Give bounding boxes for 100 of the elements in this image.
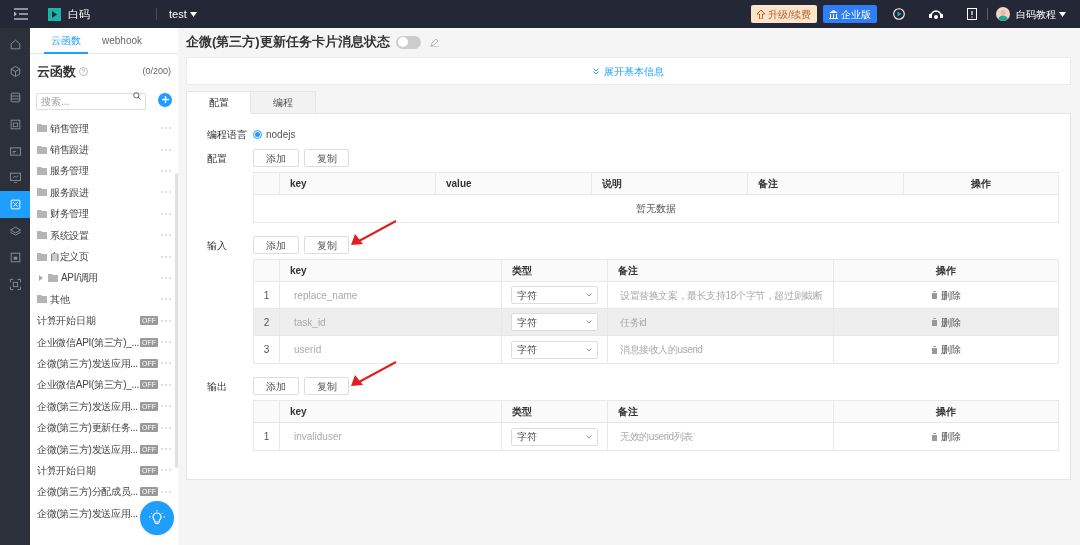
row-number: 2 (263, 315, 270, 330)
folder-icon (37, 188, 47, 197)
logo-icon (47, 6, 62, 22)
layers-icon (8, 224, 22, 238)
headset-icon[interactable] (929, 8, 943, 20)
folder-icon (37, 166, 47, 175)
page-tab[interactable]: 配置 (186, 91, 251, 114)
chevron-down-icon (586, 434, 592, 439)
column-header: 备注 (758, 177, 778, 191)
function-label: 企业微信API(第三方)_... (37, 378, 139, 393)
cube-icon (8, 64, 22, 78)
app-name: 白码 (68, 6, 90, 22)
type-select[interactable]: 字符 (511, 427, 598, 446)
help-icon (79, 67, 88, 77)
column-header: 备注 (618, 405, 638, 419)
type-select[interactable]: 字符 (511, 286, 598, 304)
edition-button[interactable]: 企业版 (823, 5, 877, 23)
copy-button[interactable]: 复制 (304, 149, 349, 167)
folder-label: 财务管理 (50, 207, 89, 222)
sidebar-item[interactable]: 销售管理 (36, 117, 171, 139)
function-icon (8, 197, 22, 211)
column-header: key (290, 177, 307, 191)
expand-caret-icon[interactable] (39, 274, 43, 281)
delete-button[interactable]: 删除 (931, 342, 961, 357)
delete-button[interactable]: 删除 (931, 314, 961, 330)
type-select[interactable]: 字符 (511, 340, 598, 359)
search-field[interactable]: 搜索... (36, 92, 146, 110)
radio-option[interactable]: nodejs (253, 127, 296, 142)
type-select[interactable]: 字符 (511, 313, 598, 331)
folder-label: 服务管理 (50, 164, 89, 179)
folder-label: 其他 (50, 292, 70, 307)
sidebar-item[interactable]: 服务管理 (36, 160, 171, 182)
sidebar-item[interactable]: API/调用 (36, 267, 171, 289)
function-label: 企微(第三方)发送应用... (37, 399, 138, 414)
column-header: 操作 (936, 264, 956, 278)
add-button[interactable]: 添加 (253, 377, 299, 395)
trash-icon (931, 345, 938, 354)
scan-icon (8, 278, 22, 292)
stack-icon (8, 91, 22, 105)
add-function-button[interactable] (158, 92, 172, 107)
help-book-icon[interactable] (967, 8, 977, 20)
radio-icon[interactable] (253, 130, 262, 139)
add-button[interactable]: 添加 (253, 149, 299, 167)
sidebar-item[interactable]: 财务管理 (36, 203, 171, 225)
menu-icon[interactable] (14, 8, 28, 20)
caret-icon (189, 11, 197, 17)
folder-label: 销售跟进 (50, 143, 89, 158)
field-label: 编程语言 (207, 128, 248, 142)
sidebar-item[interactable]: 系统设置 (36, 224, 171, 246)
delete-button[interactable]: 删除 (931, 287, 961, 303)
play-icon[interactable] (893, 8, 905, 20)
function-label: 企微(第三方)分配成员... (37, 485, 138, 500)
edit-icon[interactable] (429, 37, 439, 47)
row-number: 1 (263, 288, 270, 303)
card-icon (8, 144, 22, 158)
lock-icon (8, 251, 22, 265)
delete-button[interactable]: 删除 (931, 429, 961, 444)
add-button[interactable]: 添加 (253, 236, 299, 254)
toggle-switch[interactable] (395, 35, 421, 49)
sidebar-item[interactable]: 其他 (36, 288, 171, 310)
plus-icon (161, 96, 169, 103)
chevron-down-icon (586, 320, 592, 324)
function-label: 企业微信API(第三方)_... (37, 335, 139, 350)
column-header: 操作 (971, 177, 991, 191)
project-dropdown[interactable]: test (169, 5, 197, 23)
copy-button[interactable]: 复制 (304, 236, 349, 254)
column-header: 类型 (512, 264, 532, 278)
folder-icon (37, 145, 47, 154)
caret-icon (1059, 11, 1066, 17)
avatar-icon[interactable] (996, 7, 1010, 21)
section-label: 输出 (207, 380, 228, 394)
function-count: (0/200) (142, 65, 171, 78)
upload-icon (757, 9, 766, 19)
function-label: 计算开始日期 (37, 314, 96, 329)
home-icon (8, 37, 22, 51)
row-number: 3 (263, 343, 270, 357)
search-icon[interactable] (133, 92, 141, 100)
sidebar-item[interactable]: 服务跟进 (36, 181, 171, 204)
trash-icon (931, 291, 938, 299)
column-header: 说明 (602, 177, 622, 191)
sidebar-item[interactable]: 自定义页 (36, 245, 171, 268)
folder-icon (37, 231, 47, 240)
folder-icon (37, 295, 47, 304)
upgrade-button[interactable]: 升级/续费 (751, 5, 817, 23)
tips-button[interactable] (140, 501, 174, 535)
sidebar-tab[interactable]: webhook (100, 28, 145, 54)
folder-label: 系统设置 (50, 228, 89, 243)
column-header: value (446, 177, 472, 191)
folder-label: 服务跟进 (50, 185, 89, 200)
function-label: 计算开始日期 (37, 463, 96, 478)
folder-icon (37, 124, 47, 133)
page-tab[interactable]: 编程 (251, 91, 316, 114)
user-menu[interactable]: 白码教程 (1016, 6, 1066, 22)
trash-icon (931, 318, 938, 326)
monitor-chart-icon (8, 171, 22, 185)
copy-button[interactable]: 复制 (304, 377, 349, 395)
section-label: 配置 (207, 152, 228, 166)
column-header: 操作 (936, 405, 956, 419)
sidebar-item[interactable]: 销售跟进 (36, 138, 171, 161)
page-title: 企微(第三方)更新任务卡片消息状态 (186, 33, 390, 52)
